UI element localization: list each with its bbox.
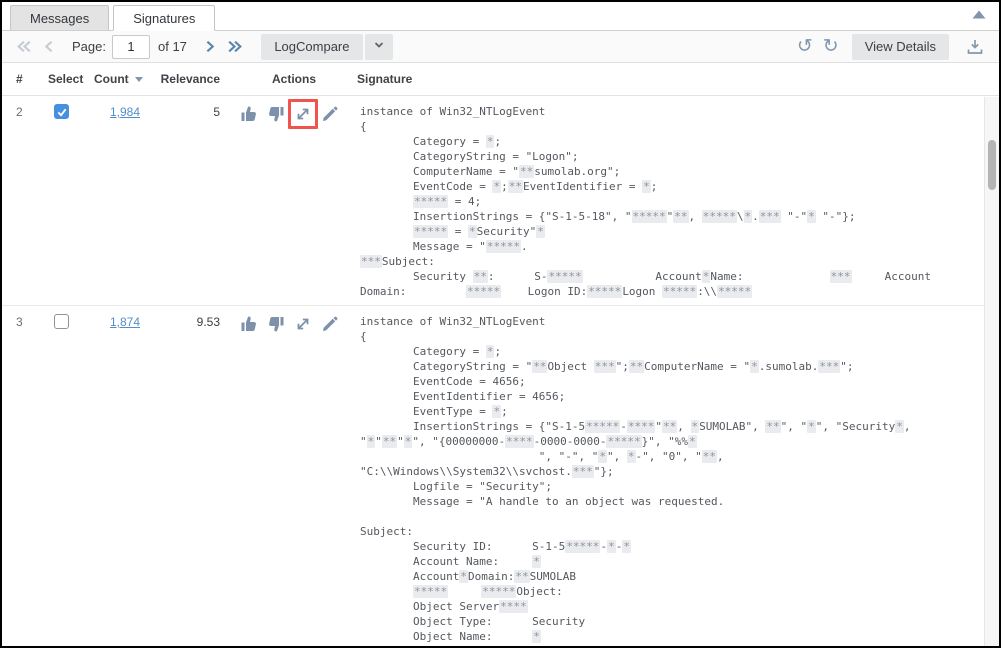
scrollbar-thumb[interactable] — [988, 140, 996, 190]
page-label: Page: — [72, 39, 106, 54]
row-select-checkbox[interactable] — [54, 104, 69, 119]
thumbs-up-icon[interactable] — [240, 105, 258, 123]
vertical-scrollbar[interactable] — [984, 97, 999, 646]
page-total: of 17 — [158, 39, 187, 54]
count-cell: 1,874 — [92, 314, 150, 329]
thumbs-down-icon[interactable] — [267, 315, 285, 333]
count-link[interactable]: 1,874 — [110, 315, 140, 329]
tab-messages[interactable]: Messages — [10, 5, 109, 31]
download-icon[interactable] — [965, 37, 985, 57]
collapse-panel-icon[interactable] — [971, 8, 987, 22]
header-relevance: Relevance — [150, 72, 224, 86]
logcompare-split-button: LogCompare — [261, 34, 393, 60]
tab-bar: Messages Signatures — [2, 2, 999, 31]
first-page-button[interactable] — [16, 38, 33, 55]
tab-messages-label: Messages — [30, 11, 89, 26]
header-count[interactable]: Count — [92, 72, 150, 86]
tab-signatures[interactable]: Signatures — [113, 5, 215, 31]
log-search-results-panel: Messages Signatures Page: of 17 — [0, 0, 1001, 648]
expand-icon[interactable] — [294, 315, 312, 333]
view-details-button[interactable]: View Details — [852, 34, 949, 60]
actions-cell — [224, 104, 352, 123]
thumbs-up-icon[interactable] — [240, 315, 258, 333]
undo-icon[interactable]: ↺ — [797, 37, 813, 56]
prev-page-button[interactable] — [41, 38, 58, 55]
header-num: # — [16, 72, 48, 86]
header-actions: Actions — [224, 72, 352, 86]
tab-signatures-label: Signatures — [133, 11, 195, 26]
table-header: # Select Count Relevance Actions Signatu… — [2, 63, 999, 96]
toolbar-right-group: ↺ ↻ View Details — [792, 34, 985, 60]
edit-pencil-icon[interactable] — [321, 105, 339, 123]
table-row: 3 1,874 9.53 — [2, 306, 984, 647]
signature-text: instance of Win32_NTLogEvent { Category … — [360, 314, 984, 644]
edit-pencil-icon[interactable] — [321, 315, 339, 333]
table-row: 2 1,984 5 — [2, 96, 984, 306]
row-number: 3 — [16, 314, 48, 329]
row-select-checkbox[interactable] — [54, 314, 69, 329]
logcompare-button[interactable]: LogCompare — [261, 34, 363, 60]
header-select: Select — [48, 72, 92, 86]
count-link[interactable]: 1,984 — [110, 105, 140, 119]
relevance-cell: 5 — [150, 104, 224, 119]
sort-descending-icon[interactable] — [135, 77, 143, 82]
redo-icon[interactable]: ↻ — [823, 37, 839, 56]
row-number: 2 — [16, 104, 48, 119]
toolbar: Page: of 17 LogCompare ↺ — [2, 31, 999, 63]
count-cell: 1,984 — [92, 104, 150, 119]
relevance-cell: 9.53 — [150, 314, 224, 329]
actions-cell — [224, 314, 352, 333]
thumbs-down-icon[interactable] — [267, 105, 285, 123]
chevron-down-icon — [372, 38, 386, 55]
page-input[interactable] — [112, 35, 150, 59]
last-page-button[interactable] — [226, 38, 243, 55]
logcompare-menu-button[interactable] — [365, 34, 393, 60]
signature-text: instance of Win32_NTLogEvent { Category … — [360, 104, 984, 299]
next-page-button[interactable] — [201, 38, 218, 55]
header-signature: Signature — [352, 72, 999, 86]
expand-icon[interactable] — [294, 105, 312, 123]
